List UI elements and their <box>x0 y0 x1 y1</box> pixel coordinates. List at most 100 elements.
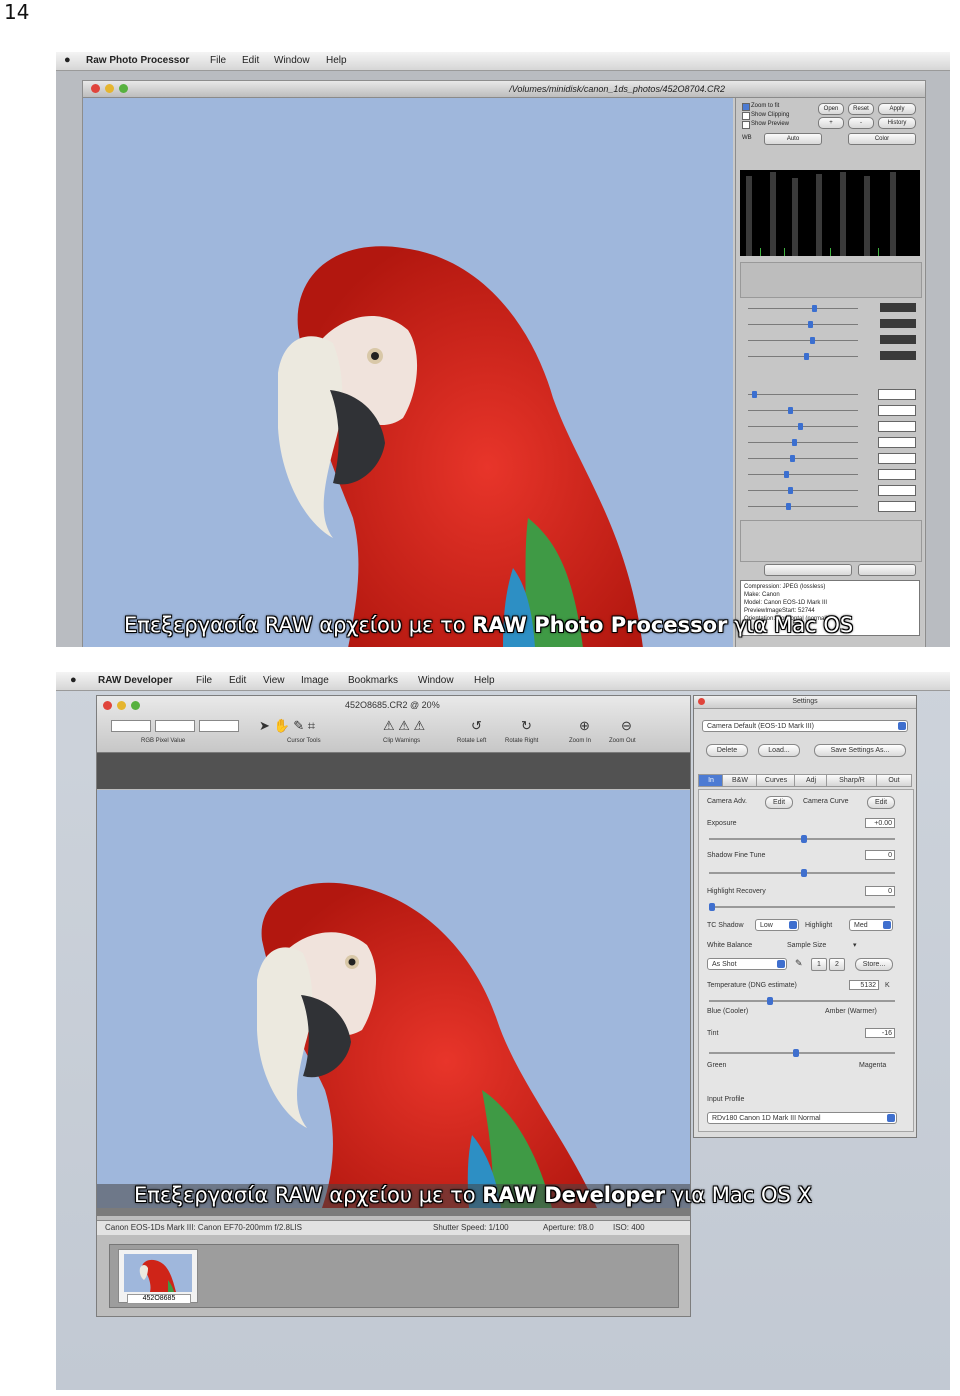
history-button[interactable]: History <box>878 117 916 129</box>
menu-app-name[interactable]: Raw Photo Processor <box>86 55 189 66</box>
menu-edit[interactable]: Edit <box>242 55 259 66</box>
apple-icon[interactable]: ● <box>70 674 77 686</box>
sample-size-2-button[interactable]: 2 <box>829 958 845 971</box>
menu-file[interactable]: File <box>210 55 226 66</box>
zoom-to-fit-checkbox[interactable] <box>742 103 750 111</box>
exposure-slider[interactable] <box>709 835 895 843</box>
load-button[interactable]: Load... <box>758 744 800 757</box>
value-saturation[interactable] <box>878 421 916 432</box>
menu-window[interactable]: Window <box>274 55 310 66</box>
tc-shadow-select[interactable]: Low <box>755 919 799 931</box>
cursor-tools-icon[interactable]: ➤ ✋ ✎ ⌗ <box>259 718 315 734</box>
plus-button[interactable]: + <box>818 117 844 129</box>
menu-bookmarks[interactable]: Bookmarks <box>348 675 398 686</box>
slider-black[interactable] <box>748 407 858 414</box>
slider-knob[interactable] <box>801 835 807 843</box>
slider-knob[interactable] <box>767 997 773 1005</box>
slider-compensation[interactable] <box>748 391 858 398</box>
value-contrast[interactable] <box>878 453 916 464</box>
value-black[interactable] <box>878 405 916 416</box>
value-compensation[interactable] <box>878 389 916 400</box>
slider-gray[interactable] <box>748 487 858 494</box>
wb-select[interactable]: Auto <box>764 133 822 145</box>
menu-app-name[interactable]: RAW Developer <box>98 675 172 686</box>
slider-contrast[interactable] <box>748 455 858 462</box>
menu-file[interactable]: File <box>196 675 212 686</box>
tc-highlight-select[interactable]: Med <box>849 919 893 931</box>
camera-adv-edit-button[interactable]: Edit <box>765 796 793 809</box>
value-gray[interactable] <box>878 485 916 496</box>
menu-view[interactable]: View <box>263 675 285 686</box>
menu-help[interactable]: Help <box>474 675 495 686</box>
color-select[interactable]: Color <box>848 133 916 145</box>
apply-button[interactable]: Apply <box>878 103 916 115</box>
delete-button[interactable]: Delete <box>706 744 748 757</box>
menu-edit[interactable]: Edit <box>229 675 246 686</box>
save-settings-button[interactable]: Save Settings As... <box>814 744 906 757</box>
zoom-out-icon[interactable]: ⊖ <box>621 718 632 734</box>
slider-b[interactable] <box>748 337 858 344</box>
camera-curve-edit-button[interactable]: Edit <box>867 796 895 809</box>
shadow-fine-tune-slider[interactable] <box>709 869 895 877</box>
slider-knob[interactable] <box>709 903 715 911</box>
menu-help[interactable]: Help <box>326 55 347 66</box>
highlight-recovery-value[interactable]: 0 <box>865 886 895 896</box>
tab-curves[interactable]: Curves <box>756 774 796 787</box>
menu-image[interactable]: Image <box>301 675 329 686</box>
eyedropper-icon[interactable]: ✎ <box>795 958 803 969</box>
output-format-select[interactable] <box>764 564 852 576</box>
tint-slider[interactable] <box>709 1049 895 1057</box>
value-local[interactable] <box>878 469 916 480</box>
show-clipping-checkbox[interactable] <box>742 112 750 120</box>
apple-icon[interactable]: ● <box>64 54 71 66</box>
input-profile-select[interactable]: RDv180 Canon 1D Mark III Normal <box>707 1112 897 1124</box>
tab-bw[interactable]: B&W <box>722 774 758 787</box>
zoom-window-icon[interactable] <box>119 84 128 93</box>
value-r[interactable] <box>880 303 916 312</box>
tint-value[interactable]: -16 <box>865 1028 895 1038</box>
value-c[interactable] <box>880 351 916 360</box>
slider-local[interactable] <box>748 471 858 478</box>
minimize-window-icon[interactable] <box>105 84 114 93</box>
zoom-in-icon[interactable]: ⊕ <box>579 718 590 734</box>
white-balance-select[interactable]: As Shot <box>707 958 787 970</box>
slider-sharpen[interactable] <box>748 503 858 510</box>
tab-adj[interactable]: Adj <box>794 774 828 787</box>
value-b[interactable] <box>880 335 916 344</box>
value-sharpen[interactable] <box>878 501 916 512</box>
shadow-fine-tune-value[interactable]: 0 <box>865 850 895 860</box>
exposure-value[interactable]: +0.00 <box>865 818 895 828</box>
minus-button[interactable]: - <box>848 117 874 129</box>
value-brightness[interactable] <box>878 437 916 448</box>
highlight-recovery-slider[interactable] <box>709 903 895 911</box>
open-button[interactable]: Open <box>818 103 844 115</box>
slider-c[interactable] <box>748 353 858 360</box>
rotate-right-icon[interactable]: ↻ <box>521 718 532 734</box>
menu-window[interactable]: Window <box>418 675 454 686</box>
store-button[interactable]: Store... <box>855 958 893 971</box>
sample-size-1-button[interactable]: 1 <box>811 958 827 971</box>
zoom-window-icon[interactable] <box>131 701 140 710</box>
slider-knob[interactable] <box>793 1049 799 1057</box>
preset-select[interactable]: Camera Default (EOS-1D Mark III) <box>702 720 908 732</box>
value-g[interactable] <box>880 319 916 328</box>
thumbnail[interactable]: 452O8685 <box>118 1249 198 1304</box>
close-window-icon[interactable] <box>91 84 100 93</box>
minimize-window-icon[interactable] <box>117 701 126 710</box>
rotate-left-icon[interactable]: ↺ <box>471 718 482 734</box>
close-settings-icon[interactable] <box>698 698 705 705</box>
reset-button[interactable]: Reset <box>848 103 874 115</box>
close-window-icon[interactable] <box>103 701 112 710</box>
temperature-slider[interactable] <box>709 997 895 1005</box>
sample-size-chevron-icon[interactable]: ▾ <box>853 941 857 949</box>
tab-out[interactable]: Out <box>876 774 912 787</box>
temperature-value[interactable]: 5132 <box>849 980 879 990</box>
slider-saturation[interactable] <box>748 423 858 430</box>
slider-r[interactable] <box>748 305 858 312</box>
tab-in[interactable]: In <box>698 774 724 787</box>
show-preview-checkbox[interactable] <box>742 121 750 129</box>
slider-knob[interactable] <box>801 869 807 877</box>
slider-brightness[interactable] <box>748 439 858 446</box>
tab-sharp[interactable]: Sharp/R <box>826 774 878 787</box>
save-button[interactable] <box>858 564 916 576</box>
